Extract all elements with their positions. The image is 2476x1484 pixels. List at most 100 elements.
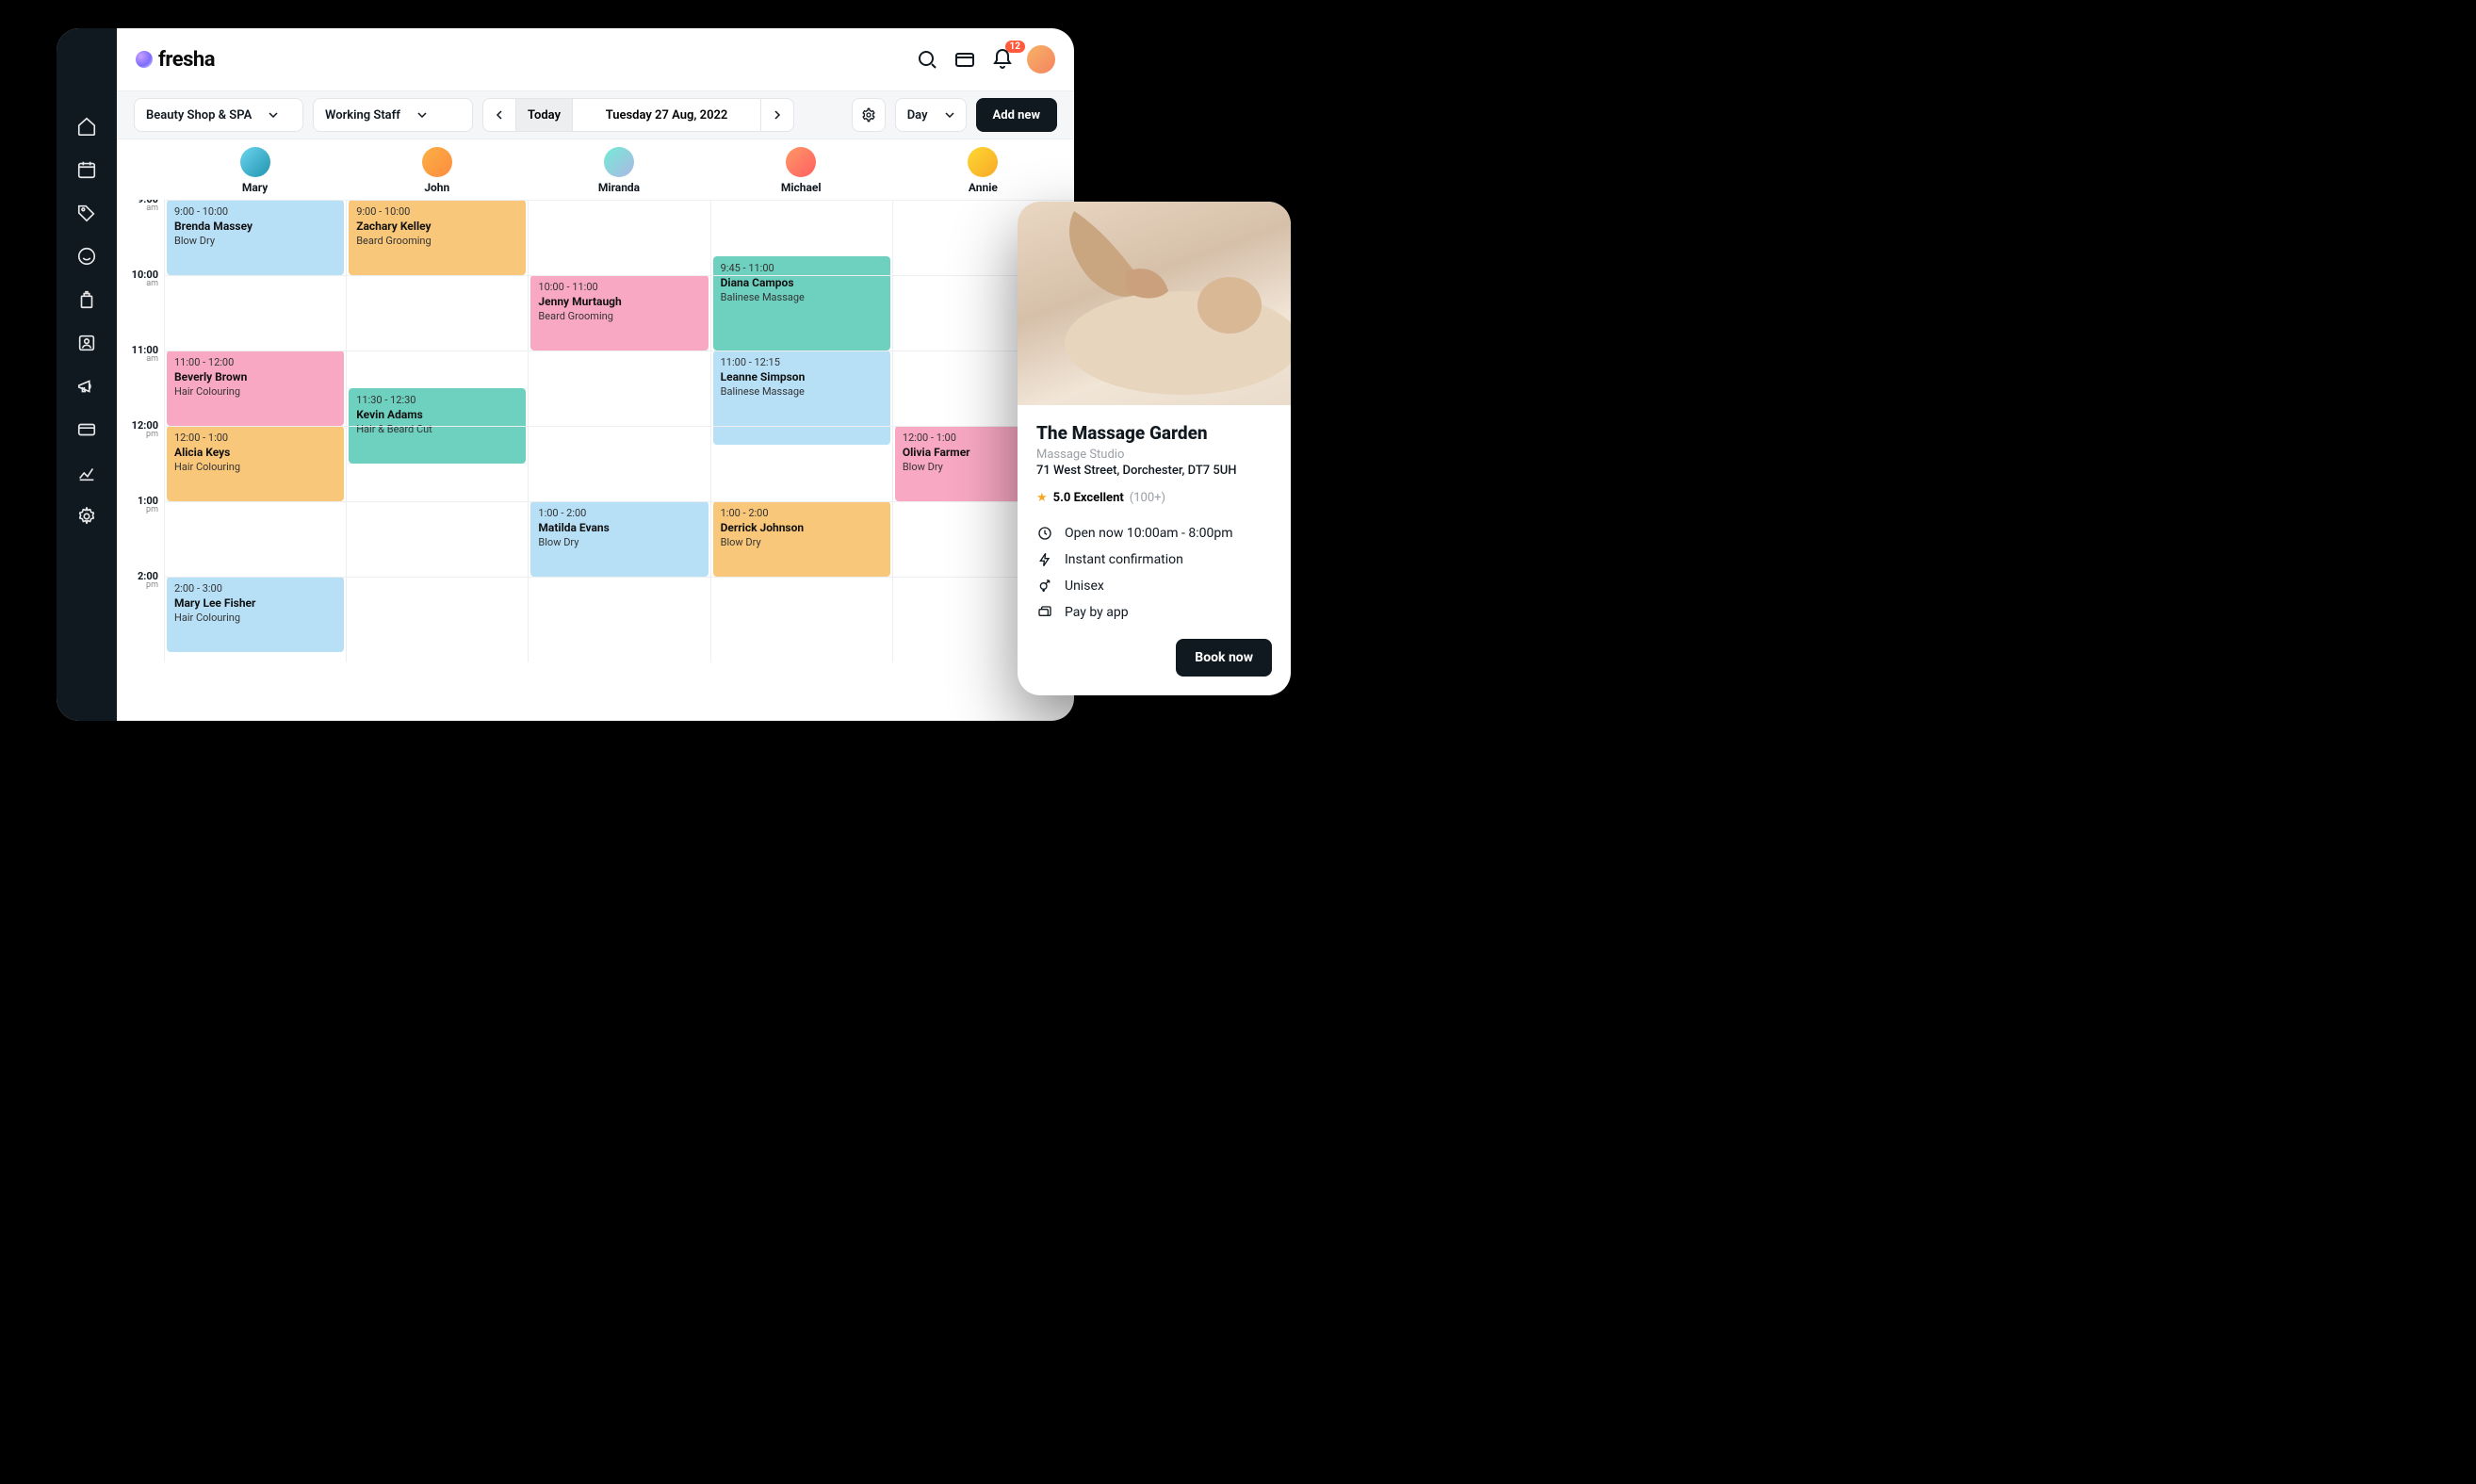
logo-icon bbox=[136, 51, 153, 68]
business-address: 71 West Street, Dorchester, DT7 5UH bbox=[1036, 464, 1272, 478]
appointment-service: Beard Grooming bbox=[356, 235, 518, 247]
feature-gender: Unisex bbox=[1036, 573, 1272, 599]
calendar-icon[interactable] bbox=[75, 158, 98, 181]
staff-select[interactable]: Working Staff bbox=[313, 98, 473, 132]
calendar-column[interactable]: 9:45 - 11:00Diana CamposBalinese Massage… bbox=[710, 200, 892, 662]
gender-icon bbox=[1036, 579, 1053, 594]
booking-image bbox=[1018, 202, 1291, 405]
time-label: 10:00am bbox=[132, 269, 158, 288]
appointment[interactable]: 9:45 - 11:00Diana CamposBalinese Massage bbox=[713, 256, 890, 351]
tag-icon[interactable] bbox=[75, 202, 98, 224]
megaphone-icon[interactable] bbox=[75, 375, 98, 398]
location-select-label: Beauty Shop & SPA bbox=[146, 108, 252, 122]
bell-icon[interactable]: 12 bbox=[989, 46, 1016, 73]
appointment-time: 11:00 - 12:00 bbox=[174, 356, 336, 368]
appointment[interactable]: 2:00 - 3:00Mary Lee Fisher Hair Colouring bbox=[167, 577, 344, 652]
next-day-button[interactable] bbox=[761, 98, 794, 132]
chart-icon[interactable] bbox=[75, 462, 98, 484]
appointment[interactable]: 1:00 - 2:00Derrick JohnsonBlow Dry bbox=[713, 501, 890, 577]
user-icon[interactable] bbox=[75, 332, 98, 354]
view-mode-label: Day bbox=[907, 108, 928, 122]
settings-button[interactable] bbox=[852, 98, 886, 132]
rating-count: (100+) bbox=[1130, 491, 1165, 505]
time-label: 11:00am bbox=[132, 345, 158, 364]
appointment-time: 11:30 - 12:30 bbox=[356, 394, 518, 406]
appointment[interactable]: 9:00 - 10:00 Zachary Kelley Beard Grooming bbox=[349, 200, 526, 275]
appointment-service: Blow Dry bbox=[538, 536, 700, 548]
book-now-button[interactable]: Book now bbox=[1176, 639, 1272, 677]
feature-payment: Pay by app bbox=[1036, 599, 1272, 626]
user-avatar[interactable] bbox=[1027, 45, 1055, 73]
chevron-left-icon bbox=[495, 110, 504, 120]
toolbar: Beauty Shop & SPA Working Staff Today Tu… bbox=[117, 90, 1074, 139]
gear-icon bbox=[861, 107, 876, 122]
appointment-time: 9:00 - 10:00 bbox=[356, 205, 518, 218]
appointment[interactable]: 1:00 - 2:00 Matilda Evans Blow Dry bbox=[530, 501, 708, 577]
appointment[interactable]: 9:00 - 10:00 Brenda Massey Blow Dry bbox=[167, 200, 344, 275]
appointment-client: Diana Campos bbox=[721, 276, 883, 289]
staff-avatar bbox=[604, 147, 634, 177]
staff-avatar bbox=[422, 147, 452, 177]
staff-select-label: Working Staff bbox=[325, 108, 400, 122]
staff-avatar bbox=[786, 147, 816, 177]
gear-icon[interactable] bbox=[75, 505, 98, 528]
time-label: 1:00pm bbox=[138, 496, 158, 514]
location-select[interactable]: Beauty Shop & SPA bbox=[134, 98, 303, 132]
staff-header-item: Mary bbox=[164, 147, 346, 194]
appointment[interactable]: 12:00 - 1:00Alicia KeysHair Colouring bbox=[167, 426, 344, 501]
logo-text: fresha bbox=[158, 48, 215, 72]
appointment-time: 11:00 - 12:15 bbox=[721, 356, 883, 368]
logo: fresha bbox=[136, 48, 215, 72]
card-icon[interactable] bbox=[75, 418, 98, 441]
staff-avatar bbox=[968, 147, 998, 177]
appointment-service: Blow Dry bbox=[174, 235, 336, 247]
home-icon[interactable] bbox=[75, 115, 98, 138]
product-icon[interactable] bbox=[75, 288, 98, 311]
appointment[interactable]: 11:00 - 12:00Beverly BrownHair Colouring bbox=[167, 351, 344, 426]
booking-card: The Massage Garden Massage Studio 71 Wes… bbox=[1018, 202, 1291, 695]
rating: ★ 5.0 Excellent (100+) bbox=[1036, 491, 1272, 505]
appointment-service: Hair & Beard Cut bbox=[356, 423, 518, 435]
calendar-column[interactable]: 9:00 - 10:00 Zachary Kelley Beard Grooming… bbox=[346, 200, 528, 662]
appointment[interactable]: 10:00 - 11:00 Jenny Murtaugh Beard Groomin… bbox=[530, 275, 708, 351]
search-icon[interactable] bbox=[914, 46, 940, 73]
app-window: fresha 12 Beauty Shop & SPA Working Staf… bbox=[57, 28, 1074, 721]
view-mode-select[interactable]: Day bbox=[895, 98, 967, 132]
smile-icon[interactable] bbox=[75, 245, 98, 268]
appointment[interactable]: 11:00 - 12:15Leanne SimpsonBalinese Mass… bbox=[713, 351, 890, 445]
appointment-client: Zachary Kelley bbox=[356, 220, 518, 233]
staff-header: Mary John Miranda Michael Annie bbox=[117, 139, 1074, 200]
appointment-time: 9:00 - 10:00 bbox=[174, 205, 336, 218]
appointment-time: 10:00 - 11:00 bbox=[538, 281, 700, 293]
today-button[interactable]: Today bbox=[516, 98, 573, 132]
staff-header-item: Annie bbox=[892, 147, 1074, 194]
prev-day-button[interactable] bbox=[482, 98, 516, 132]
calendar-grid: 9:00am10:00am11:00am12:00pm1:00pm2:00pm … bbox=[117, 200, 1074, 721]
topbar: fresha 12 bbox=[117, 28, 1074, 90]
calendar-column[interactable]: 10:00 - 11:00 Jenny Murtaugh Beard Groomin… bbox=[528, 200, 709, 662]
star-icon: ★ bbox=[1036, 491, 1048, 505]
chevron-right-icon bbox=[773, 110, 782, 120]
wallet-icon[interactable] bbox=[952, 46, 978, 73]
appointment-client: Brenda Massey bbox=[174, 220, 336, 233]
calendar-column[interactable]: 9:00 - 10:00 Brenda Massey Blow Dry 11:00 -… bbox=[164, 200, 346, 662]
pay-icon bbox=[1036, 605, 1053, 620]
chevron-down-icon bbox=[945, 110, 954, 120]
appointment-client: Matilda Evans bbox=[538, 521, 700, 534]
add-new-button[interactable]: Add new bbox=[976, 98, 1057, 132]
appointment-service: Hair Colouring bbox=[174, 612, 336, 624]
sidebar bbox=[57, 28, 117, 721]
current-date[interactable]: Tuesday 27 Aug, 2022 bbox=[573, 98, 761, 132]
appointment-service: Hair Colouring bbox=[174, 461, 336, 473]
time-label: 12:00pm bbox=[132, 420, 158, 439]
notification-badge: 12 bbox=[1005, 41, 1025, 53]
date-navigation: Today Tuesday 27 Aug, 2022 bbox=[482, 98, 794, 132]
content: fresha 12 Beauty Shop & SPA Working Staf… bbox=[117, 28, 1074, 721]
appointment-client: Mary Lee Fisher bbox=[174, 596, 336, 610]
appointment-client: Jenny Murtaugh bbox=[538, 295, 700, 308]
appointment-time: 2:00 - 3:00 bbox=[174, 582, 336, 595]
appointment-service: Balinese Massage bbox=[721, 385, 883, 398]
appointment-time: 1:00 - 2:00 bbox=[538, 507, 700, 519]
feature-confirmation: Instant confirmation bbox=[1036, 546, 1272, 573]
appointment-service: Beard Grooming bbox=[538, 310, 700, 322]
